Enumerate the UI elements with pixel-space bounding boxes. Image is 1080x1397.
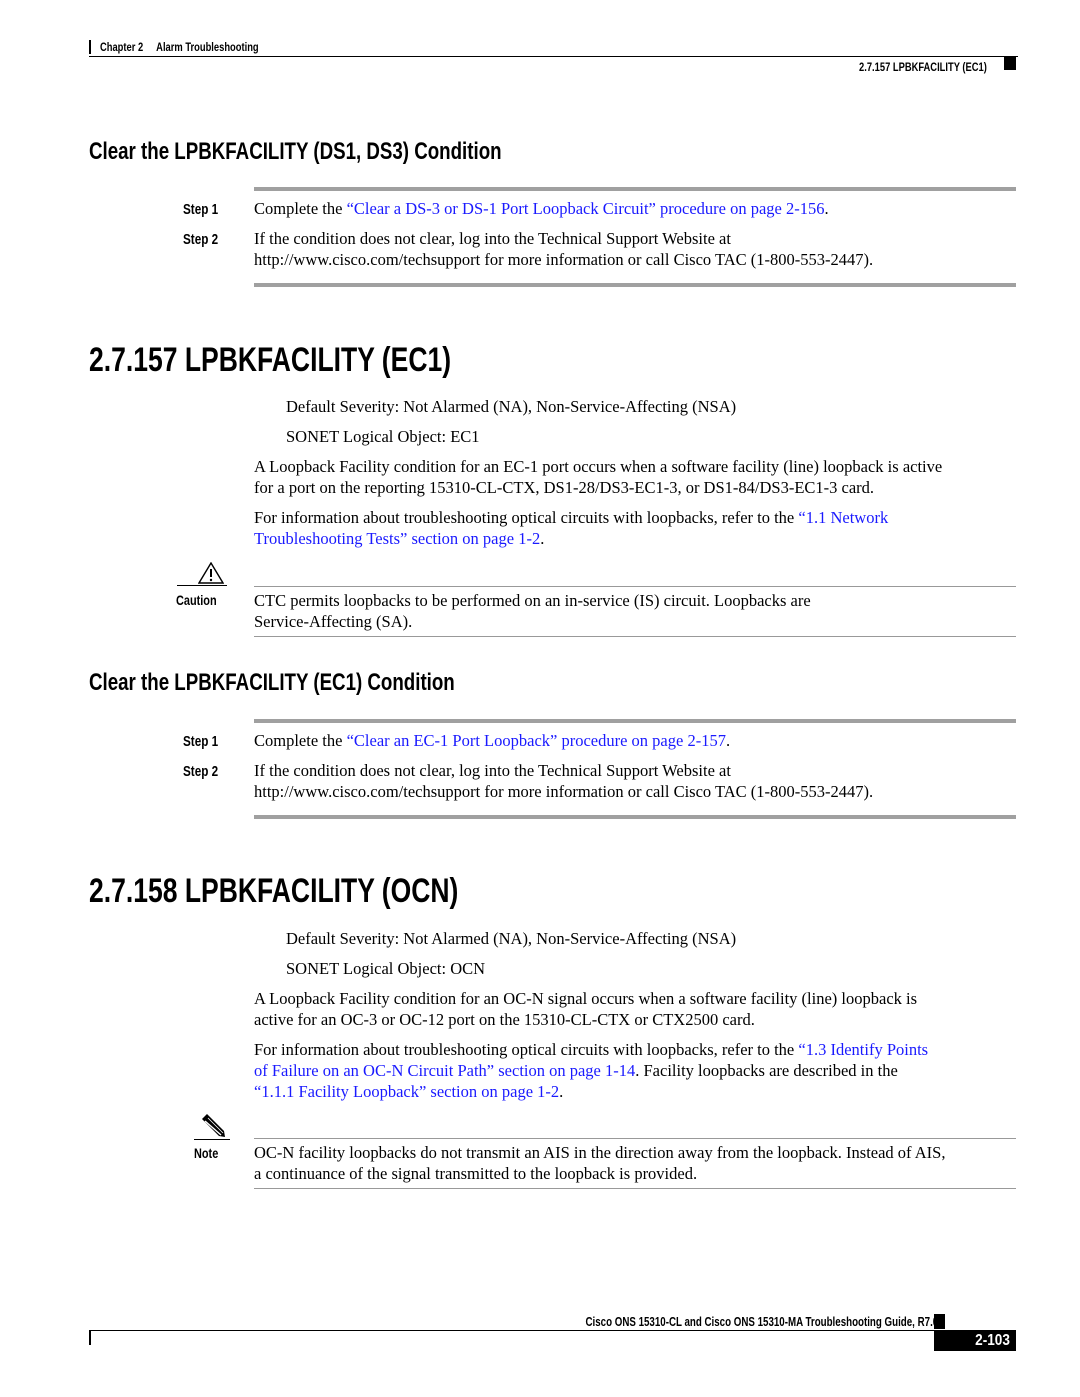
- caution-text: CTC permits loopbacks to be performed on…: [254, 591, 811, 631]
- page-number: 2-103: [975, 1332, 1010, 1349]
- section-heading-2-7-157: 2.7.157 LPBKFACILITY (EC1): [89, 341, 452, 379]
- step-label: Step 2: [183, 231, 219, 248]
- description-paragraph: A Loopback Facility condition for an OC-…: [254, 989, 918, 1029]
- identify-points-of-failure-link-cont[interactable]: of Failure on an OC-N Circuit Path” sect…: [254, 1061, 635, 1080]
- note-icon-rule: [194, 1139, 230, 1140]
- header-rule: [89, 56, 1018, 57]
- procedure-link[interactable]: “Clear a DS-3 or DS-1 Port Loopback Circ…: [347, 199, 825, 218]
- default-severity: Default Severity: Not Alarmed (NA), Non-…: [286, 397, 737, 416]
- network-troubleshooting-tests-link-cont[interactable]: Troubleshooting Tests” section on page 1…: [254, 529, 540, 548]
- logical-object: SONET Logical Object: OCN: [286, 959, 486, 978]
- footer-rule: [89, 1330, 939, 1331]
- chapter-number: Chapter 2: [100, 40, 144, 54]
- info-paragraph: For information about troubleshooting op…: [254, 508, 889, 548]
- caution-label: Caution: [176, 592, 217, 608]
- running-header-chapter: Chapter 2 Alarm Troubleshooting: [100, 40, 259, 54]
- step-2-text: If the condition does not clear, log int…: [254, 229, 874, 269]
- footer-guide-title: Cisco ONS 15310-CL and Cisco ONS 15310-M…: [585, 1315, 938, 1329]
- section-heading-2-7-158: 2.7.158 LPBKFACILITY (OCN): [89, 872, 459, 910]
- step-2-text: If the condition does not clear, log int…: [254, 761, 874, 801]
- procedure-rule-top: [254, 187, 1016, 191]
- procedure-rule-top: [254, 719, 1016, 723]
- network-troubleshooting-tests-link[interactable]: “1.1 Network: [798, 508, 888, 527]
- header-block: [1004, 57, 1016, 70]
- note-rule-bottom: [254, 1188, 1016, 1189]
- logical-object: SONET Logical Object: EC1: [286, 427, 480, 446]
- identify-points-of-failure-link[interactable]: “1.3 Identify Points: [798, 1040, 928, 1059]
- step-label: Step 2: [183, 763, 219, 780]
- procedure-link[interactable]: “Clear an EC-1 Port Loopback” procedure …: [347, 731, 726, 750]
- header-bar: [89, 40, 91, 54]
- note-pencil-icon: [202, 1114, 225, 1137]
- caution-icon-rule: [177, 585, 227, 586]
- page-number-badge: 2-103: [934, 1330, 1016, 1351]
- procedure-rule-bottom: [254, 283, 1016, 287]
- chapter-title: Alarm Troubleshooting: [156, 40, 259, 54]
- subsection-title-clear-ds1-ds3: Clear the LPBKFACILITY (DS1, DS3) Condit…: [89, 138, 502, 165]
- step-label: Step 1: [183, 733, 219, 750]
- info-paragraph: For information about troubleshooting op…: [254, 1040, 929, 1101]
- note-text: OC-N facility loopbacks do not transmit …: [254, 1143, 946, 1183]
- note-label: Note: [194, 1145, 219, 1161]
- caution-rule-top: [254, 586, 1016, 587]
- procedure-rule-bottom: [254, 815, 1016, 819]
- footer-block: [934, 1314, 945, 1329]
- step-1-text: Complete the “Clear an EC-1 Port Loopbac…: [254, 731, 731, 750]
- step-1-text: Complete the “Clear a DS-3 or DS-1 Port …: [254, 199, 829, 218]
- subsection-title-clear-ec1: Clear the LPBKFACILITY (EC1) Condition: [89, 669, 455, 696]
- caution-rule-bottom: [254, 636, 1016, 637]
- caution-icon: [198, 562, 224, 584]
- facility-loopback-link[interactable]: “1.1.1 Facility Loopback” section on pag…: [254, 1082, 559, 1101]
- step-label: Step 1: [183, 201, 219, 218]
- note-rule-top: [254, 1138, 1016, 1139]
- running-header-section: 2.7.157 LPBKFACILITY (EC1): [859, 60, 987, 74]
- footer-bar: [89, 1331, 91, 1345]
- default-severity: Default Severity: Not Alarmed (NA), Non-…: [286, 929, 737, 948]
- description-paragraph: A Loopback Facility condition for an EC-…: [254, 457, 943, 497]
